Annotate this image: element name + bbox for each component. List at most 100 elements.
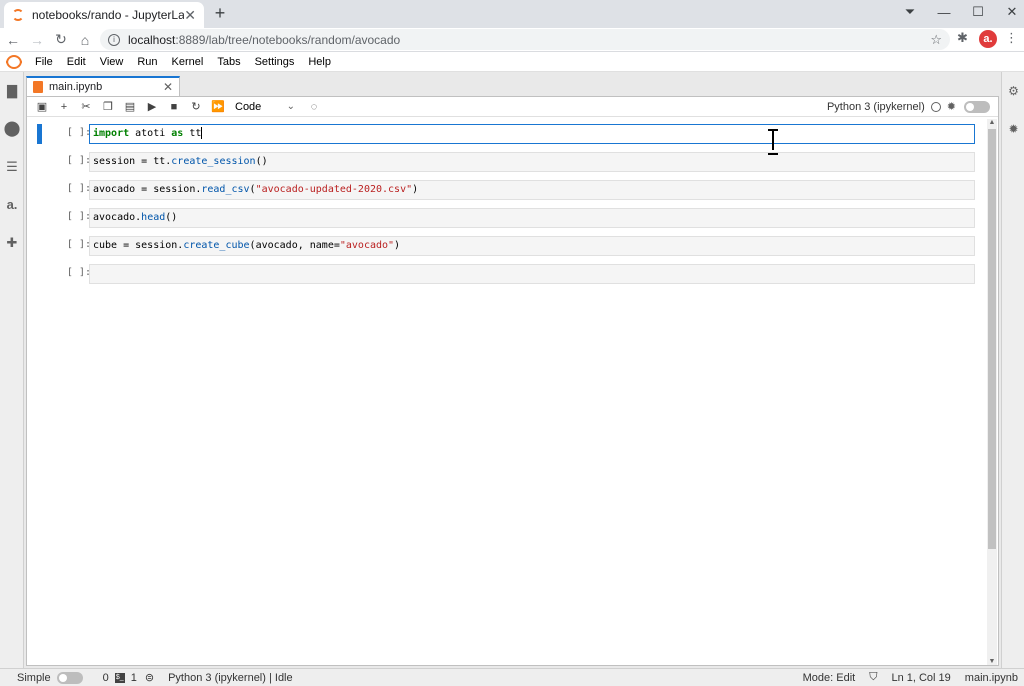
profile-avatar[interactable]: a.	[979, 30, 997, 48]
new-tab-icon[interactable]: +	[210, 4, 230, 22]
cell-editor[interactable]: cube = session.create_cube(avocado, name…	[89, 236, 975, 256]
browser-tab-title: notebooks/rando - JupyterLab	[32, 8, 185, 22]
kernel-name[interactable]: Python 3 (ipykernel)	[827, 101, 925, 113]
notebook-tab-label: main.ipynb	[49, 81, 103, 93]
info-icon[interactable]: i	[108, 33, 120, 46]
cut-icon[interactable]: ✂	[75, 100, 97, 113]
address-bar[interactable]: i localhost:8889/lab/tree/notebooks/rand…	[100, 29, 950, 50]
code-cell[interactable]: [ ]: cube = session.create_cube(avocado, …	[27, 236, 984, 256]
cell-editor[interactable]: import atoti as tt	[89, 124, 975, 144]
code-token: atoti	[129, 128, 172, 139]
maximize-icon[interactable]: ☐	[961, 4, 995, 20]
back-icon[interactable]: ←	[2, 32, 24, 48]
notebook-panel: ▣ + ✂ ❐ ▤ ▶ ■ ↻ ⏩ Code ⌄ ◌ Python 3 (ipy…	[26, 96, 999, 666]
stop-icon[interactable]: ■	[163, 101, 185, 113]
url-path: :8889/lab/tree/notebooks/random/avocado	[175, 32, 401, 47]
bookmark-star-icon[interactable]: ☆	[930, 32, 942, 48]
simple-mode-label: Simple	[17, 671, 51, 684]
kernel-count[interactable]: 1	[131, 672, 137, 684]
browser-tab[interactable]: notebooks/rando - JupyterLab ✕	[4, 2, 204, 28]
notebook-icon	[33, 81, 43, 93]
status-right: Mode: Edit ⛉ Ln 1, Col 19 main.ipynb	[789, 671, 1018, 684]
cursor-position[interactable]: Ln 1, Col 19	[891, 672, 950, 684]
code-token: avocado = session.	[93, 184, 202, 195]
atoti-icon[interactable]: a.	[3, 196, 21, 214]
cell-list: [ ]: import atoti as tt[ ]: session = tt.c…	[27, 118, 984, 665]
menu-settings[interactable]: Settings	[248, 56, 302, 68]
code-cell[interactable]: [ ]: avocado = session.read_csv("avocado-…	[27, 180, 984, 200]
code-token: )	[412, 184, 419, 195]
mode-indicator[interactable]: Mode: Edit	[803, 672, 856, 684]
toc-icon[interactable]: ☰	[3, 158, 21, 176]
active-cell-indicator[interactable]	[37, 124, 42, 144]
code-cell[interactable]: [ ]: import atoti as tt	[27, 124, 984, 144]
bug-icon[interactable]: ✹	[947, 100, 956, 113]
folder-icon[interactable]: ▇	[3, 82, 21, 100]
terminal-count[interactable]: 0	[103, 672, 109, 684]
home-icon[interactable]: ⌂	[74, 32, 96, 48]
jupyterlab-menubar: File Edit View Run Kernel Tabs Settings …	[0, 52, 1024, 72]
cell-editor[interactable]	[89, 264, 975, 284]
code-token: create_cube	[183, 240, 250, 251]
forward-icon[interactable]: →	[26, 32, 48, 48]
kernel-status-icon	[930, 101, 941, 112]
extensions-puzzle-icon[interactable]: ✱	[957, 30, 968, 46]
copy-icon[interactable]: ❐	[97, 100, 119, 113]
menu-view[interactable]: View	[93, 56, 131, 68]
scroll-down-icon[interactable]: ▼	[987, 658, 997, 665]
code-token: session = tt.	[93, 156, 172, 167]
profile-menu-icon[interactable]: ⏷	[893, 4, 927, 20]
menu-kernel[interactable]: Kernel	[165, 56, 211, 68]
restart-icon[interactable]: ↻	[185, 100, 207, 113]
browser-menu-icon[interactable]: ⋮	[1005, 30, 1018, 46]
menu-run[interactable]: Run	[130, 56, 164, 68]
cell-prompt: [ ]:	[66, 211, 91, 222]
left-sidebar: ▇ ⬤ ☰ a. ✚	[0, 72, 24, 668]
menu-tabs[interactable]: Tabs	[210, 56, 247, 68]
git-icon[interactable]: ◌	[303, 101, 325, 113]
simple-mode-toggle[interactable]	[56, 671, 83, 684]
debugger-toggle[interactable]	[964, 100, 990, 113]
kernel-status-text[interactable]: Python 3 (ipykernel) | Idle	[168, 672, 293, 684]
menu-file[interactable]: File	[28, 56, 60, 68]
property-inspector-icon[interactable]: ⚙	[1005, 84, 1022, 98]
running-icon[interactable]: ⬤	[3, 120, 21, 138]
code-cell[interactable]: [ ]: session = tt.create_session()	[27, 152, 984, 172]
terminal-icon: $_	[114, 672, 125, 683]
scrollbar-thumb[interactable]	[988, 129, 996, 549]
code-token: read_csv	[201, 184, 250, 195]
code-cell[interactable]: [ ]:	[27, 264, 984, 284]
paste-icon[interactable]: ▤	[119, 100, 141, 113]
code-token: ()	[165, 212, 178, 223]
minimize-icon[interactable]: —	[927, 5, 961, 20]
close-icon[interactable]: ✕	[163, 80, 173, 94]
code-token: cube = session.	[93, 240, 184, 251]
scroll-up-icon[interactable]: ▲	[987, 119, 997, 126]
reload-icon[interactable]: ↻	[50, 31, 72, 48]
cell-editor[interactable]: session = tt.create_session()	[89, 152, 975, 172]
shield-icon[interactable]: ⛉	[869, 671, 877, 684]
code-token: "avocado-updated-2020.csv"	[255, 184, 413, 195]
fast-forward-icon[interactable]: ⏩	[207, 100, 229, 113]
add-cell-icon[interactable]: +	[53, 101, 75, 113]
notebook-scrollbar[interactable]: ▲ ▼	[987, 119, 997, 665]
code-token: import	[93, 128, 130, 139]
debugger-icon[interactable]: ✹	[1005, 122, 1022, 136]
file-name: main.ipynb	[964, 671, 1018, 684]
cell-editor[interactable]: avocado = session.read_csv("avocado-upda…	[89, 180, 975, 200]
extension-icon[interactable]: ✚	[3, 234, 21, 252]
run-icon[interactable]: ▶	[141, 100, 163, 113]
code-token: )	[394, 240, 401, 251]
code-token: tt	[183, 128, 202, 139]
cell-prompt: [ ]:	[66, 239, 91, 250]
close-window-icon[interactable]: ✕	[995, 4, 1024, 20]
code-cell[interactable]: [ ]: avocado.head()	[27, 208, 984, 228]
menu-edit[interactable]: Edit	[60, 56, 93, 68]
notebook-tab[interactable]: main.ipynb ✕	[26, 76, 180, 96]
cell-type-select[interactable]: Code ⌄	[235, 101, 295, 113]
close-tab-icon[interactable]: ✕	[184, 7, 196, 24]
menu-help[interactable]: Help	[301, 56, 338, 68]
jupyter-favicon-icon	[12, 9, 24, 21]
save-icon[interactable]: ▣	[31, 100, 53, 113]
cell-editor[interactable]: avocado.head()	[89, 208, 975, 228]
